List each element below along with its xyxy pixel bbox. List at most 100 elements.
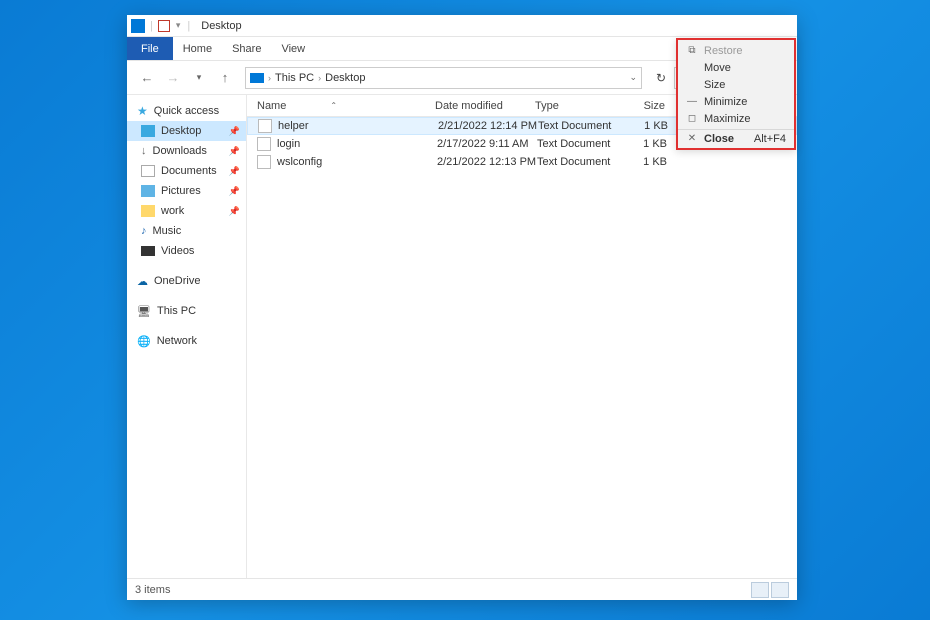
app-icon bbox=[131, 19, 145, 33]
star-icon: ★ bbox=[137, 104, 148, 118]
table-row[interactable]: wslconfig 2/21/2022 12:13 PM Text Docume… bbox=[247, 153, 797, 171]
pin-icon: 📌 bbox=[229, 206, 240, 217]
window-title: Desktop bbox=[201, 20, 241, 32]
sidebar-item-desktop[interactable]: Desktop 📌 bbox=[127, 121, 246, 141]
system-menu: ⧉ Restore Move Size — Minimize ◻ Maximiz… bbox=[676, 38, 796, 150]
body: ★ Quick access Desktop 📌 ↓ Downloads 📌 D… bbox=[127, 95, 797, 578]
status-text: 3 items bbox=[135, 584, 170, 596]
menu-maximize[interactable]: ◻ Maximize bbox=[678, 110, 794, 127]
nav-up-button[interactable]: ↑ bbox=[213, 66, 237, 90]
pin-icon: 📌 bbox=[229, 186, 240, 197]
menu-label: Size bbox=[704, 79, 725, 91]
separator: | bbox=[150, 20, 153, 32]
cell-date: 2/21/2022 12:14 PM bbox=[438, 120, 538, 132]
maximize-icon: ◻ bbox=[686, 113, 698, 124]
sidebar-item-label: Quick access bbox=[154, 105, 219, 117]
close-icon: ✕ bbox=[686, 133, 698, 144]
chevron-right-icon: › bbox=[268, 73, 271, 83]
sidebar-network[interactable]: 🌐 Network bbox=[127, 331, 246, 351]
tab-home[interactable]: Home bbox=[173, 39, 222, 59]
network-icon: 🌐 bbox=[137, 335, 151, 348]
cell-name: wslconfig bbox=[277, 156, 437, 168]
documents-icon bbox=[141, 165, 155, 177]
sidebar-item-work[interactable]: work 📌 bbox=[127, 201, 246, 221]
sidebar-item-music[interactable]: ♪ Music bbox=[127, 221, 246, 241]
cell-type: Text Document bbox=[537, 156, 619, 168]
menu-close[interactable]: ✕ Close Alt+F4 bbox=[678, 129, 794, 146]
cell-size: 1 KB bbox=[619, 156, 679, 168]
cell-type: Text Document bbox=[537, 138, 619, 150]
cell-date: 2/21/2022 12:13 PM bbox=[437, 156, 537, 168]
col-header-type[interactable]: Type bbox=[535, 100, 617, 112]
menu-shortcut: Alt+F4 bbox=[754, 133, 786, 145]
refresh-button[interactable]: ↻ bbox=[650, 71, 672, 85]
cell-size: 1 KB bbox=[619, 138, 679, 150]
sidebar-item-pictures[interactable]: Pictures 📌 bbox=[127, 181, 246, 201]
view-thumbnails-button[interactable] bbox=[771, 582, 789, 598]
file-icon bbox=[257, 155, 271, 169]
sidebar-quick-access[interactable]: ★ Quick access bbox=[127, 101, 246, 121]
cell-date: 2/17/2022 9:11 AM bbox=[437, 138, 537, 150]
menu-label: Close bbox=[704, 133, 734, 145]
menu-move[interactable]: Move bbox=[678, 59, 794, 76]
desktop-icon bbox=[141, 125, 155, 137]
col-header-date[interactable]: Date modified bbox=[435, 100, 535, 112]
sidebar-item-label: Network bbox=[157, 335, 197, 347]
separator: | bbox=[187, 20, 190, 32]
folder-icon bbox=[141, 205, 155, 217]
nav-back-button[interactable]: ← bbox=[135, 66, 159, 90]
breadcrumb-desktop[interactable]: Desktop bbox=[325, 72, 365, 84]
sidebar-item-label: Desktop bbox=[161, 125, 201, 137]
chevron-right-icon: › bbox=[318, 73, 321, 83]
tab-share[interactable]: Share bbox=[222, 39, 271, 59]
file-pane: Name ⌃ Date modified Type Size helper 2/… bbox=[247, 95, 797, 578]
cell-name: helper bbox=[278, 120, 438, 132]
breadcrumb-thispc[interactable]: This PC bbox=[275, 72, 314, 84]
sidebar-item-label: This PC bbox=[157, 305, 196, 317]
qat-chevron[interactable]: ▾ bbox=[176, 20, 181, 31]
menu-size[interactable]: Size bbox=[678, 76, 794, 93]
sidebar-item-label: work bbox=[161, 205, 184, 217]
menu-label: Maximize bbox=[704, 113, 750, 125]
file-icon bbox=[257, 137, 271, 151]
pictures-icon bbox=[141, 185, 155, 197]
sidebar-onedrive[interactable]: ☁ OneDrive bbox=[127, 271, 246, 291]
sidebar-item-label: Downloads bbox=[153, 145, 207, 157]
titlebar[interactable]: | ▾ | Desktop bbox=[127, 15, 797, 37]
menu-label: Minimize bbox=[704, 96, 747, 108]
nav-recent-button[interactable]: ▾ bbox=[187, 66, 211, 90]
cloud-icon: ☁ bbox=[137, 275, 148, 288]
sidebar-this-pc[interactable]: 🖥 This PC bbox=[127, 301, 246, 321]
nav-forward-button[interactable]: → bbox=[161, 66, 185, 90]
sort-caret-icon: ⌃ bbox=[330, 101, 337, 110]
address-bar[interactable]: › This PC › Desktop ⌄ bbox=[245, 67, 642, 89]
pin-icon: 📌 bbox=[229, 126, 240, 137]
sidebar-item-videos[interactable]: Videos bbox=[127, 241, 246, 261]
restore-icon: ⧉ bbox=[686, 45, 698, 56]
minimize-icon: — bbox=[686, 96, 698, 107]
sidebar-item-label: Documents bbox=[161, 165, 217, 177]
sidebar-item-label: Videos bbox=[161, 245, 194, 257]
downloads-icon: ↓ bbox=[141, 145, 147, 157]
tab-file[interactable]: File bbox=[127, 37, 173, 60]
col-header-size[interactable]: Size bbox=[617, 100, 677, 112]
music-icon: ♪ bbox=[141, 225, 147, 237]
menu-restore: ⧉ Restore bbox=[678, 42, 794, 59]
location-icon bbox=[250, 73, 264, 83]
sidebar-item-downloads[interactable]: ↓ Downloads 📌 bbox=[127, 141, 246, 161]
view-details-button[interactable] bbox=[751, 582, 769, 598]
qat-button[interactable] bbox=[158, 20, 170, 32]
sidebar-item-documents[interactable]: Documents 📌 bbox=[127, 161, 246, 181]
view-toggles bbox=[751, 582, 789, 598]
pin-icon: 📌 bbox=[229, 146, 240, 157]
tab-view[interactable]: View bbox=[271, 39, 315, 59]
menu-label: Move bbox=[704, 62, 731, 74]
col-header-name[interactable]: Name ⌃ bbox=[257, 100, 435, 112]
file-icon bbox=[258, 119, 272, 133]
menu-minimize[interactable]: — Minimize bbox=[678, 93, 794, 110]
pc-icon: 🖥 bbox=[137, 305, 151, 318]
videos-icon bbox=[141, 246, 155, 256]
chevron-down-icon[interactable]: ⌄ bbox=[629, 72, 637, 83]
sidebar-item-label: Pictures bbox=[161, 185, 201, 197]
col-label: Name bbox=[257, 100, 286, 112]
